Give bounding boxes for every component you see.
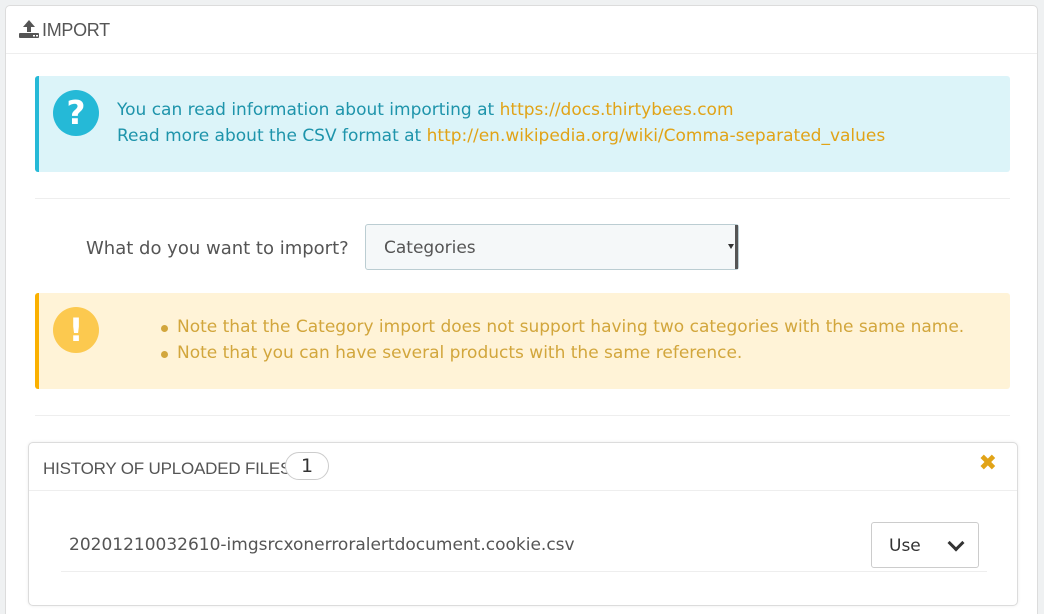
import-type-select[interactable]: Categories: [365, 224, 739, 270]
warning-item-text: Note that the Category import does not s…: [177, 317, 965, 337]
info-line-docs: You can read information about importing…: [117, 100, 734, 120]
warning-list: Note that the Category import does not s…: [159, 317, 964, 369]
divider: [35, 415, 1010, 416]
history-title: HISTORY OF UPLOADED FILES: [43, 459, 292, 478]
use-button-label: Use: [889, 536, 921, 556]
file-name: 20201210032610-imgsrcxonerroralertdocume…: [69, 535, 575, 555]
divider: [35, 198, 1010, 199]
upload-icon: [19, 20, 39, 38]
chevron-down-icon: [947, 534, 965, 552]
close-icon[interactable]: ✖: [979, 451, 997, 476]
info-alert: ? You can read information about importi…: [35, 76, 1010, 172]
caret-down-icon: [728, 244, 734, 249]
docs-link[interactable]: https://docs.thirtybees.com: [500, 100, 734, 120]
use-file-button[interactable]: Use: [871, 522, 979, 568]
history-heading: HISTORY OF UPLOADED FILES 1 ✖: [29, 443, 1017, 491]
warning-alert: ! Note that the Category import does not…: [35, 293, 1010, 389]
history-count-badge: 1: [285, 452, 329, 480]
import-type-label: What do you want to import?: [86, 238, 349, 259]
csv-format-link[interactable]: http://en.wikipedia.org/wiki/Comma-separ…: [427, 126, 886, 146]
question-icon: ?: [53, 90, 99, 136]
panel-heading: IMPORT: [6, 6, 1037, 54]
bullet-icon: [161, 325, 168, 332]
exclamation-icon: !: [53, 307, 99, 353]
file-row: 20201210032610-imgsrcxonerroralertdocume…: [61, 508, 987, 572]
import-type-selected: Categories: [384, 238, 476, 258]
info-line-csv: Read more about the CSV format at http:/…: [117, 126, 885, 146]
history-panel: HISTORY OF UPLOADED FILES 1 ✖ 2020121003…: [28, 442, 1018, 606]
panel-title: IMPORT: [42, 20, 110, 40]
bullet-icon: [161, 351, 168, 358]
select-scrollbar: [735, 225, 738, 269]
warning-item: Note that the Category import does not s…: [159, 317, 964, 343]
info-line-csv-text: Read more about the CSV format at: [117, 126, 427, 146]
warning-item-text: Note that you can have several products …: [177, 343, 743, 363]
info-line-docs-text: You can read information about importing…: [117, 100, 500, 120]
warning-item: Note that you can have several products …: [159, 343, 964, 369]
import-panel: IMPORT ? You can read information about …: [5, 5, 1038, 614]
